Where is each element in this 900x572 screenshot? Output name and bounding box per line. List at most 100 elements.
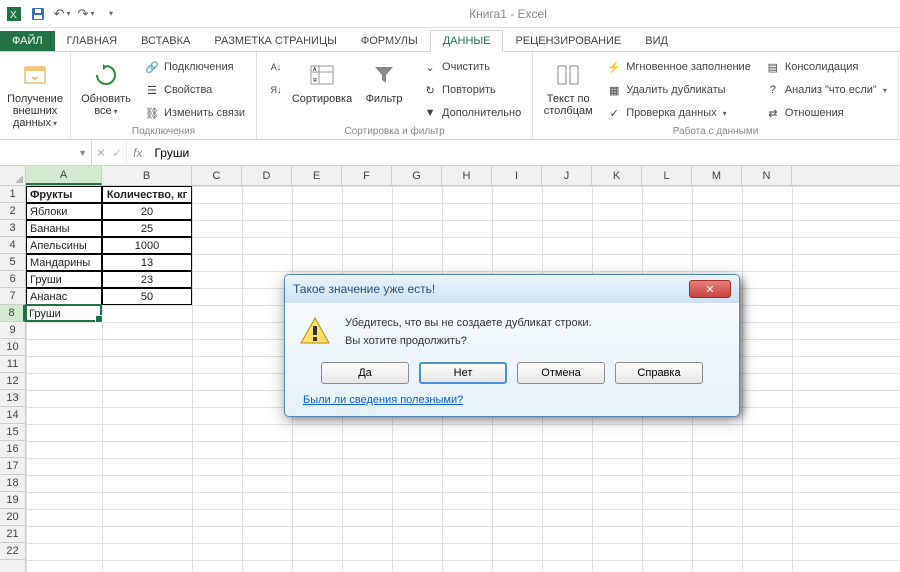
- row-header[interactable]: 14: [0, 407, 25, 424]
- row-header[interactable]: 5: [0, 254, 25, 271]
- sort-asc-button[interactable]: А↓: [263, 56, 289, 78]
- accept-formula-icon[interactable]: ✓: [112, 146, 122, 160]
- row-header[interactable]: 15: [0, 424, 25, 441]
- row-header[interactable]: 21: [0, 526, 25, 543]
- row-header[interactable]: 1: [0, 186, 25, 203]
- cell[interactable]: Количество, кг: [102, 186, 192, 203]
- tab-home[interactable]: ГЛАВНАЯ: [55, 31, 129, 51]
- dialog-close-button[interactable]: ✕: [689, 280, 731, 298]
- edit-links-button[interactable]: ⛓Изменить связи: [139, 102, 250, 124]
- cell[interactable]: [102, 305, 192, 322]
- cell[interactable]: Фрукты: [26, 186, 102, 203]
- dialog-titlebar[interactable]: Такое значение уже есть! ✕: [285, 275, 739, 303]
- row-header[interactable]: 7: [0, 288, 25, 305]
- row-header[interactable]: 11: [0, 356, 25, 373]
- tab-formulas[interactable]: ФОРМУЛЫ: [349, 31, 430, 51]
- cell[interactable]: Груши: [26, 305, 102, 322]
- filter-button[interactable]: Фильтр: [355, 56, 413, 108]
- data-validation-button[interactable]: ✓Проверка данных▾: [601, 102, 756, 124]
- row-header[interactable]: 19: [0, 492, 25, 509]
- column-header[interactable]: N: [742, 166, 792, 185]
- tab-review[interactable]: РЕЦЕНЗИРОВАНИЕ: [503, 31, 633, 51]
- sort-desc-button[interactable]: Я↓: [263, 79, 289, 101]
- row-header[interactable]: 17: [0, 458, 25, 475]
- row-header[interactable]: 2: [0, 203, 25, 220]
- undo-icon[interactable]: ↶▾: [52, 4, 72, 24]
- column-header[interactable]: F: [342, 166, 392, 185]
- tab-insert[interactable]: ВСТАВКА: [129, 31, 202, 51]
- column-header[interactable]: I: [492, 166, 542, 185]
- connections-button[interactable]: 🔗Подключения: [139, 56, 250, 78]
- row-header[interactable]: 3: [0, 220, 25, 237]
- clear-filter-button[interactable]: ⌄Очистить: [417, 56, 526, 78]
- cell[interactable]: Яблоки: [26, 203, 102, 220]
- refresh-all-button[interactable]: Обновить все▾: [77, 56, 135, 120]
- column-header[interactable]: G: [392, 166, 442, 185]
- column-header[interactable]: C: [192, 166, 242, 185]
- dialog-feedback-link[interactable]: Были ли сведения полезными?: [303, 394, 463, 406]
- whatif-button[interactable]: ?Анализ "что если"▾: [760, 79, 892, 101]
- sort-button[interactable]: АЯ Сортировка: [293, 56, 351, 108]
- column-header[interactable]: B: [102, 166, 192, 185]
- cell[interactable]: 23: [102, 271, 192, 288]
- text-to-columns-button[interactable]: Текст по столбцам: [539, 56, 597, 120]
- qat-customize-icon[interactable]: ▾: [100, 4, 120, 24]
- tab-view[interactable]: ВИД: [633, 31, 680, 51]
- cell[interactable]: Груши: [26, 271, 102, 288]
- column-header[interactable]: E: [292, 166, 342, 185]
- advanced-filter-button[interactable]: ▼Дополнительно: [417, 102, 526, 124]
- cell[interactable]: Мандарины: [26, 254, 102, 271]
- cell[interactable]: 1000: [102, 237, 192, 254]
- tab-data[interactable]: ДАННЫЕ: [430, 30, 504, 52]
- row-header[interactable]: 12: [0, 373, 25, 390]
- row-header[interactable]: 16: [0, 441, 25, 458]
- insert-function-button[interactable]: fx: [127, 146, 148, 160]
- redo-icon[interactable]: ↷▾: [76, 4, 96, 24]
- flash-fill-button[interactable]: ⚡Мгновенное заполнение: [601, 56, 756, 78]
- dialog-help-button[interactable]: Справка: [615, 362, 703, 384]
- column-header[interactable]: M: [692, 166, 742, 185]
- name-box-dropdown-icon[interactable]: ▼: [78, 148, 87, 158]
- column-header[interactable]: K: [592, 166, 642, 185]
- row-header[interactable]: 20: [0, 509, 25, 526]
- cell[interactable]: 13: [102, 254, 192, 271]
- select-all-button[interactable]: [0, 166, 26, 186]
- cell[interactable]: 50: [102, 288, 192, 305]
- excel-icon[interactable]: X: [4, 4, 24, 24]
- row-header[interactable]: 13: [0, 390, 25, 407]
- cell[interactable]: Ананас: [26, 288, 102, 305]
- properties-button[interactable]: ☰Свойства: [139, 79, 250, 101]
- get-external-data-button[interactable]: Получение внешних данных▾: [6, 56, 64, 132]
- tab-file[interactable]: ФАЙЛ: [0, 31, 55, 51]
- cell[interactable]: Апельсины: [26, 237, 102, 254]
- formula-input[interactable]: [148, 140, 900, 165]
- column-header[interactable]: A: [26, 166, 102, 185]
- name-box[interactable]: ▼: [0, 140, 92, 165]
- cell[interactable]: 20: [102, 203, 192, 220]
- remove-duplicates-button[interactable]: ▦Удалить дубликаты: [601, 79, 756, 101]
- dialog-cancel-button[interactable]: Отмена: [517, 362, 605, 384]
- row-header[interactable]: 22: [0, 543, 25, 560]
- row-header[interactable]: 8: [0, 305, 25, 322]
- row-header[interactable]: 6: [0, 271, 25, 288]
- cancel-formula-icon[interactable]: ✕: [96, 146, 106, 160]
- column-header[interactable]: J: [542, 166, 592, 185]
- save-icon[interactable]: [28, 4, 48, 24]
- consolidate-button[interactable]: ▤Консолидация: [760, 56, 892, 78]
- row-header[interactable]: 9: [0, 322, 25, 339]
- dialog-yes-button[interactable]: Да: [321, 362, 409, 384]
- relationships-button[interactable]: ⇄Отношения: [760, 102, 892, 124]
- title-bar: X ↶▾ ↷▾ ▾ Книга1 - Excel: [0, 0, 900, 28]
- reapply-button[interactable]: ↻Повторить: [417, 79, 526, 101]
- tab-page-layout[interactable]: РАЗМЕТКА СТРАНИЦЫ: [202, 31, 348, 51]
- column-header[interactable]: D: [242, 166, 292, 185]
- name-box-input[interactable]: [6, 146, 66, 160]
- cell[interactable]: Бананы: [26, 220, 102, 237]
- row-header[interactable]: 18: [0, 475, 25, 492]
- row-header[interactable]: 4: [0, 237, 25, 254]
- column-header[interactable]: L: [642, 166, 692, 185]
- cell[interactable]: 25: [102, 220, 192, 237]
- dialog-no-button[interactable]: Нет: [419, 362, 507, 384]
- row-header[interactable]: 10: [0, 339, 25, 356]
- column-header[interactable]: H: [442, 166, 492, 185]
